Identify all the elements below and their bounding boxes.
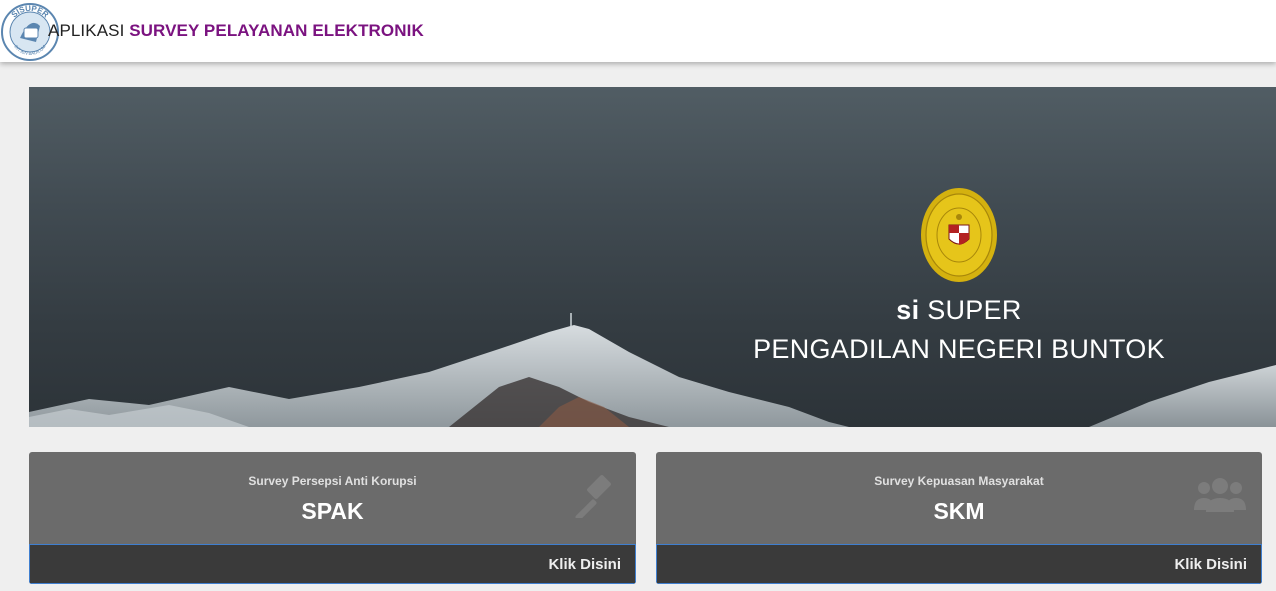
survey-card-spak: Survey Persepsi Anti Korupsi SPAK Klik D… bbox=[29, 452, 636, 584]
skm-link-button[interactable]: Klik Disini bbox=[656, 544, 1262, 584]
card-title: SKM bbox=[933, 498, 985, 524]
spak-link-label: Klik Disini bbox=[548, 555, 621, 573]
hero-banner: si SUPER PENGADILAN NEGERI BUNTOK bbox=[29, 87, 1276, 427]
gavel-icon bbox=[575, 475, 611, 518]
hero-content: si SUPER PENGADILAN NEGERI BUNTOK bbox=[729, 187, 1189, 365]
skm-link-label: Klik Disini bbox=[1174, 555, 1247, 573]
app-title-prefix: APLIKASI bbox=[48, 21, 130, 40]
hero-heading: si SUPER bbox=[729, 295, 1189, 326]
court-emblem bbox=[921, 188, 997, 282]
spak-link-button[interactable]: Klik Disini bbox=[29, 544, 636, 584]
users-icon bbox=[1194, 478, 1246, 512]
card-subtitle: Survey Kepuasan Masyarakat bbox=[874, 474, 1044, 488]
app-title-main: SURVEY PELAYANAN ELEKTRONIK bbox=[129, 21, 424, 40]
hero-heading-bold: si bbox=[896, 295, 920, 325]
app-title: APLIKASI SURVEY PELAYANAN ELEKTRONIK bbox=[48, 21, 424, 41]
card-title: SPAK bbox=[301, 498, 364, 524]
survey-card-skm: Survey Kepuasan Masyarakat SKM Klik Disi… bbox=[656, 452, 1262, 584]
navbar: SISUPER DITJEN BADILUM APLIKASI SURVEY P… bbox=[0, 0, 1276, 62]
hero-subheading: PENGADILAN NEGERI BUNTOK bbox=[753, 334, 1165, 364]
card-subtitle: Survey Persepsi Anti Korupsi bbox=[248, 474, 417, 488]
hero-heading-rest: SUPER bbox=[919, 295, 1022, 325]
